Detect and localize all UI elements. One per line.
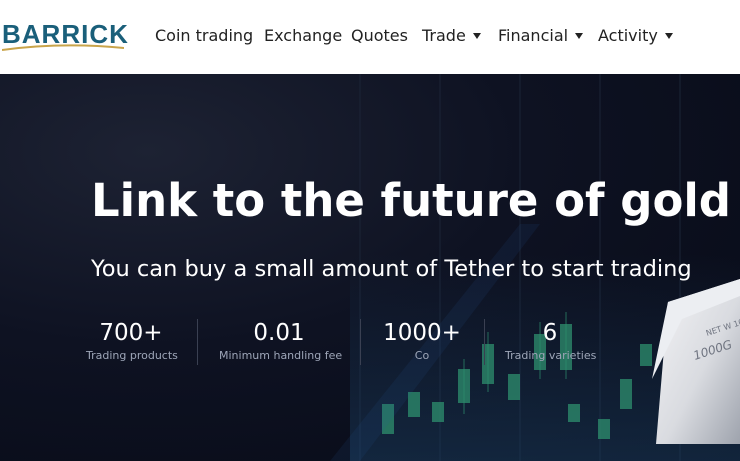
- stat-trading-varieties: 6 Trading varieties: [505, 319, 597, 362]
- caret-down-icon: [472, 32, 481, 39]
- stat-value: 0.01: [253, 320, 305, 346]
- stat-value: 6: [542, 320, 558, 346]
- nav-quotes-label: Quotes: [351, 26, 408, 45]
- hero-subheadline: You can buy a small amount of Tether to …: [91, 256, 692, 282]
- stat-value: 1000+: [383, 320, 461, 346]
- logo-swoosh: [2, 44, 124, 51]
- top-navbar: BARRICK Coin trading Exchange Quotes Tra…: [0, 0, 740, 74]
- caret-down-icon: [664, 32, 673, 39]
- nav-coin-trading-label: Coin trading: [155, 26, 254, 45]
- stat-minimum-handling-fee: 0.01 Minimum handling fee: [219, 319, 343, 362]
- stat-trading-products: 700+ Trading products: [86, 319, 178, 362]
- nav-activity-label: Activity: [598, 26, 658, 45]
- stat-label: Trading varieties: [505, 349, 597, 362]
- nav-trade-dropdown[interactable]: Trade: [422, 26, 481, 45]
- stat-divider: [197, 319, 198, 365]
- stat-divider: [360, 319, 361, 365]
- hero-headline: Link to the future of gold: [91, 174, 732, 227]
- nav-activity-dropdown[interactable]: Activity: [598, 26, 673, 45]
- stat-co: 1000+ Co: [382, 319, 462, 362]
- nav-financial-label: Financial: [498, 26, 569, 45]
- nav-exchange-label: Exchange: [264, 26, 343, 45]
- nav-quotes[interactable]: Quotes: [351, 26, 408, 45]
- stat-label: Co: [414, 349, 430, 362]
- nav-exchange[interactable]: Exchange: [264, 26, 342, 45]
- nav-coin-trading[interactable]: Coin trading: [155, 26, 253, 45]
- hero-banner: NET W 1000G 1000G Link to the future of …: [0, 74, 740, 461]
- stat-label: Minimum handling fee: [219, 349, 343, 362]
- stat-divider: [484, 319, 485, 365]
- caret-down-icon: [575, 32, 584, 39]
- stat-label: Trading products: [86, 349, 178, 362]
- nav-financial-dropdown[interactable]: Financial: [498, 26, 584, 45]
- nav-trade-label: Trade: [422, 26, 466, 45]
- stat-value: 700+: [99, 320, 163, 346]
